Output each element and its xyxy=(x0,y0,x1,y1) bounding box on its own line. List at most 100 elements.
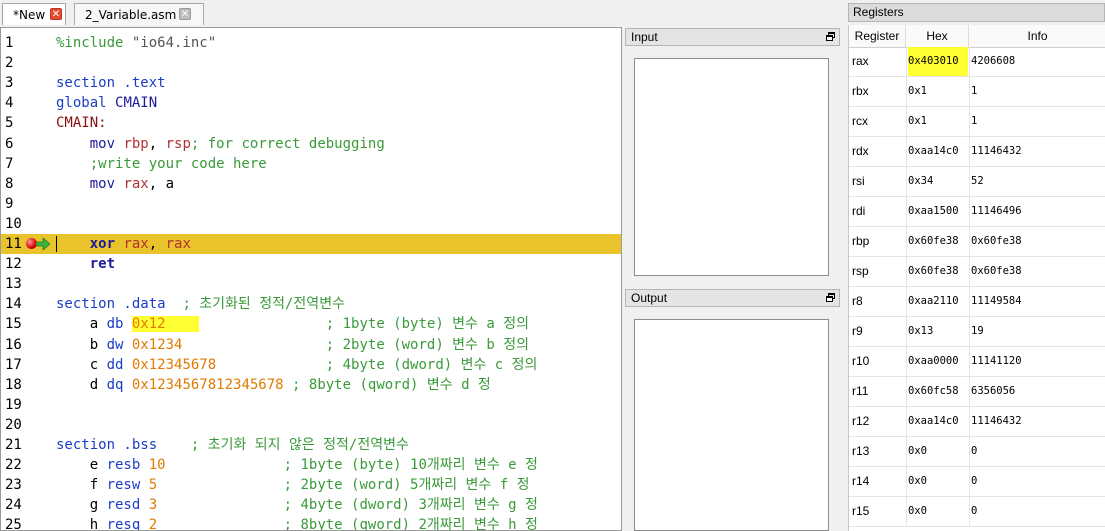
code-text: b dw 0x1234 ; 2byte (word) 변수 b 정의 xyxy=(56,336,529,354)
register-row-rbp[interactable]: rbp 0x60fe38 0x60fe38 xyxy=(849,227,1105,257)
input-panel-header: Input xyxy=(625,28,840,46)
column-header-info[interactable]: Info xyxy=(969,25,1105,47)
register-hex: 0x403010 xyxy=(908,47,968,76)
register-info: 1 xyxy=(971,85,978,97)
register-info: 11146432 xyxy=(971,415,1022,427)
tab-2-variable-asm[interactable]: 2_Variable.asm ✕ xyxy=(74,3,204,25)
register-row-r8[interactable]: r8 0xaa2110 11149584 xyxy=(849,287,1105,317)
code-line[interactable]: 17 c dd 0x12345678 ; 4byte (dword) 변수 c … xyxy=(1,355,621,375)
code-line[interactable]: 16 b dw 0x1234 ; 2byte (word) 변수 b 정의 xyxy=(1,335,621,355)
column-divider xyxy=(906,197,907,226)
close-icon[interactable]: ✕ xyxy=(179,8,191,20)
code-token: dw xyxy=(106,336,132,353)
code-line[interactable]: 20 xyxy=(1,415,621,435)
code-token: resq xyxy=(106,517,149,531)
code-line[interactable]: 7 ;write your code here xyxy=(1,154,621,174)
code-line[interactable]: 21 section .bss ; 초기화 되지 않은 정적/전역변수 xyxy=(1,435,621,455)
registers-title: Registers xyxy=(848,3,1105,22)
line-number: 5 xyxy=(5,115,14,132)
tab-label: 2_Variable.asm xyxy=(85,8,177,22)
code-token: ; 8byte (qword) 변수 d 정 xyxy=(292,376,491,393)
column-divider xyxy=(906,257,907,286)
register-row-r10[interactable]: r10 0xaa0000 11141120 xyxy=(849,347,1105,377)
register-row-r9[interactable]: r9 0x13 19 xyxy=(849,317,1105,347)
line-number: 22 xyxy=(5,457,22,474)
register-name: r9 xyxy=(852,324,863,338)
register-row-r14[interactable]: r14 0x0 0 xyxy=(849,467,1105,497)
register-row-rdx[interactable]: rdx 0xaa14c0 11146432 xyxy=(849,137,1105,167)
column-divider xyxy=(969,137,970,166)
column-divider xyxy=(906,287,907,316)
input-panel: Input xyxy=(625,28,840,286)
register-hex: 0x0 xyxy=(908,475,927,487)
code-line[interactable]: 23 f resw 5 ; 2byte (word) 5개짜리 변수 f 정 xyxy=(1,475,621,495)
code-line[interactable]: 15 a db 0x12 ; 1byte (byte) 변수 a 정의 xyxy=(1,314,621,334)
register-row-rsi[interactable]: rsi 0x34 52 xyxy=(849,167,1105,197)
code-token: a xyxy=(56,316,107,333)
register-hex: 0xaa2110 xyxy=(908,295,959,307)
code-line[interactable]: 12 ret xyxy=(1,254,621,274)
register-row-rcx[interactable]: rcx 0x1 1 xyxy=(849,107,1105,137)
code-token: c xyxy=(56,356,107,373)
code-line[interactable]: 4 global CMAIN xyxy=(1,93,621,113)
line-number: 1 xyxy=(5,35,14,51)
line-number: 17 xyxy=(5,356,22,373)
register-row-r11[interactable]: r11 0x60fc58 6356056 xyxy=(849,377,1105,407)
code-line[interactable]: 19 xyxy=(1,395,621,415)
code-token: rax xyxy=(165,236,191,252)
code-line[interactable]: 5 CMAIN: xyxy=(1,113,621,133)
code-line[interactable]: 10 xyxy=(1,214,621,234)
code-line[interactable]: 6 mov rbp, rsp; for correct debugging xyxy=(1,134,621,154)
code-token: resw xyxy=(106,477,149,494)
line-number: 3 xyxy=(5,75,14,92)
code-line[interactable]: 24 g resd 3 ; 4byte (dword) 3개짜리 변수 g 정 xyxy=(1,495,621,515)
code-token: dq xyxy=(106,376,132,393)
code-line[interactable]: 1 %include "io64.inc" xyxy=(1,33,621,53)
register-info: 11146496 xyxy=(971,205,1022,217)
register-hex: 0x0 xyxy=(908,445,927,457)
code-line[interactable]: 22 e resb 10 ; 1byte (byte) 10개짜리 변수 e 정 xyxy=(1,455,621,475)
code-line[interactable]: 13 xyxy=(1,274,621,294)
tab-new[interactable]: *New ✕ xyxy=(2,3,66,25)
column-divider xyxy=(969,287,970,316)
register-row-r12[interactable]: r12 0xaa14c0 11146432 xyxy=(849,407,1105,437)
column-header-hex[interactable]: Hex xyxy=(906,25,969,47)
line-number: 25 xyxy=(5,517,22,531)
code-editor[interactable]: 1 %include "io64.inc" 2 3 section .text 4 glob… xyxy=(0,27,622,531)
column-divider xyxy=(969,407,970,436)
register-name: rsp xyxy=(852,264,869,278)
column-divider xyxy=(906,137,907,166)
code-text: g resd 3 ; 4byte (dword) 3개짜리 변수 g 정 xyxy=(56,496,538,514)
column-divider xyxy=(906,47,907,76)
code-line[interactable]: 25 h resq 2 ; 8byte (qword) 2개짜리 변수 h 정 xyxy=(1,515,621,531)
line-number: 15 xyxy=(5,316,22,333)
register-row-rbx[interactable]: rbx 0x1 1 xyxy=(849,77,1105,107)
line-number: 24 xyxy=(5,497,22,514)
code-line[interactable]: 14 section .data ; 초기화된 정적/전역변수 xyxy=(1,294,621,314)
register-hex: 0x13 xyxy=(908,325,934,337)
code-line[interactable]: 3 section .text xyxy=(1,73,621,93)
code-token: ; 1byte (byte) 변수 a 정의 xyxy=(325,316,529,333)
code-line[interactable]: 8 mov rax, a xyxy=(1,174,621,194)
output-textarea[interactable] xyxy=(634,319,829,531)
code-token: , xyxy=(148,236,166,252)
code-line[interactable]: 11 xor rax, rax xyxy=(1,234,621,254)
code-token: mov xyxy=(89,175,124,192)
code-text: CMAIN: xyxy=(56,114,107,132)
register-row-rdi[interactable]: rdi 0xaa1500 11146496 xyxy=(849,197,1105,227)
register-row-rax[interactable]: rax 0x403010 4206608 xyxy=(849,47,1105,77)
register-row-r13[interactable]: r13 0x0 0 xyxy=(849,437,1105,467)
register-row-rsp[interactable]: rsp 0x60fe38 0x60fe38 xyxy=(849,257,1105,287)
code-line[interactable]: 9 xyxy=(1,194,621,214)
register-row-r15[interactable]: r15 0x0 0 xyxy=(849,497,1105,527)
float-window-icon[interactable] xyxy=(826,32,835,41)
code-line[interactable]: 2 xyxy=(1,53,621,73)
code-line[interactable]: 18 d dq 0x1234567812345678 ; 8byte (qwor… xyxy=(1,375,621,395)
float-window-icon[interactable] xyxy=(826,293,835,302)
close-icon[interactable]: ✕ xyxy=(50,8,62,20)
input-textarea[interactable] xyxy=(634,58,829,276)
column-header-register[interactable]: Register xyxy=(849,25,906,47)
register-hex: 0xaa14c0 xyxy=(908,145,959,157)
